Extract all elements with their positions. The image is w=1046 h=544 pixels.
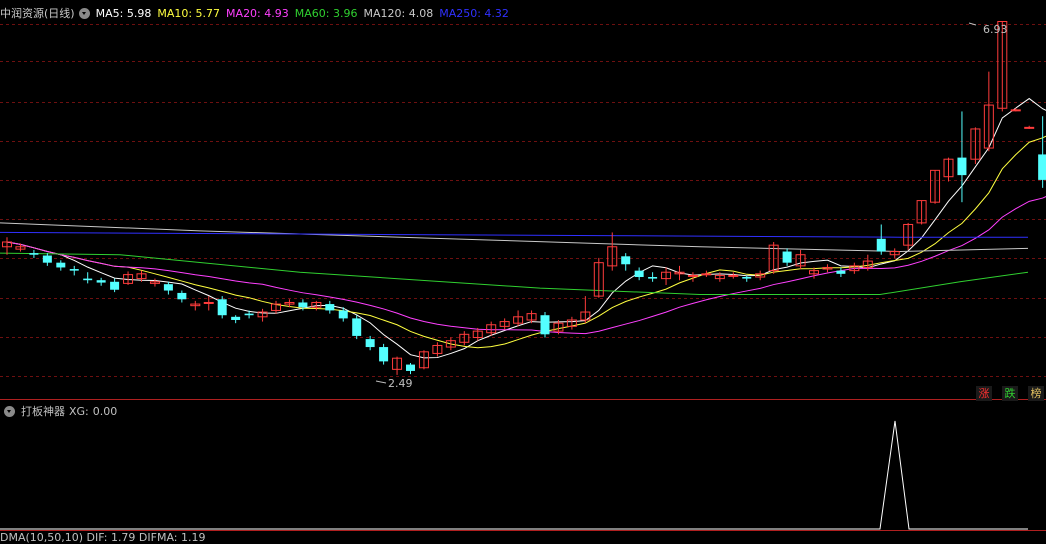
rank-list-button[interactable]: 榜	[1028, 386, 1044, 401]
xg-signal-line	[0, 421, 1028, 529]
candle-body-down	[648, 277, 657, 279]
candle-body-down	[83, 279, 92, 281]
candle-body-down	[218, 299, 227, 315]
rank-down-button[interactable]: 跌	[1002, 386, 1018, 401]
candle-body-down	[877, 239, 886, 252]
candle-body-down	[621, 256, 630, 264]
candle-body-up	[729, 275, 738, 276]
candle-body-down	[97, 280, 106, 282]
candle-body-down	[245, 314, 254, 316]
candle-body-down	[1038, 154, 1046, 179]
candle-body-down	[836, 271, 845, 274]
candle-body-down	[339, 310, 348, 318]
low-price-label: 2.49	[388, 377, 413, 390]
indicator-legend: 打板神器 XG: 0.00	[0, 403, 117, 419]
candle-body-down	[406, 365, 415, 371]
candle-body-up	[1025, 127, 1034, 128]
candle-body-down	[70, 269, 79, 271]
rank-up-button[interactable]: 涨	[976, 386, 992, 401]
candle-body-up	[1011, 110, 1020, 111]
candle-body-down	[298, 302, 307, 307]
candle-body-down	[43, 256, 52, 263]
candle-body-up	[702, 274, 711, 275]
candle-body-down	[231, 317, 240, 320]
indicator-name: 打板神器	[21, 403, 65, 419]
candle-body-down	[742, 277, 751, 279]
price-annotations: 6.93 2.49	[376, 23, 1008, 390]
ma250-line	[0, 232, 1028, 237]
candle-body-down	[56, 263, 65, 268]
candle-body-down	[541, 315, 550, 334]
candle-body-down	[379, 347, 388, 361]
ma10-line	[7, 131, 1046, 347]
indicator-dropdown-icon[interactable]	[4, 406, 15, 417]
candlesticks	[3, 21, 1046, 374]
candle-body-down	[352, 318, 361, 336]
kline-chart[interactable]: 6.93 2.49	[0, 0, 1046, 538]
candle-body-down	[29, 253, 38, 255]
candle-body-down	[164, 284, 173, 290]
candle-body-down	[325, 304, 334, 310]
candle-body-up	[688, 275, 697, 276]
rank-buttons: 涨 跌 榜	[976, 386, 1044, 401]
candle-body-down	[366, 339, 375, 347]
xg-label: XG:	[69, 405, 89, 418]
candle-body-down	[635, 271, 644, 277]
candle-body-down	[957, 158, 966, 176]
candle-body-down	[177, 293, 186, 299]
ma5-line	[7, 99, 1046, 358]
xg-value: 0.00	[93, 405, 118, 418]
high-price-label: 6.93	[983, 23, 1008, 36]
ma20-line	[7, 192, 1046, 334]
candle-body-down	[110, 282, 119, 290]
candle-body-up	[204, 302, 213, 303]
candle-body-down	[783, 252, 792, 263]
